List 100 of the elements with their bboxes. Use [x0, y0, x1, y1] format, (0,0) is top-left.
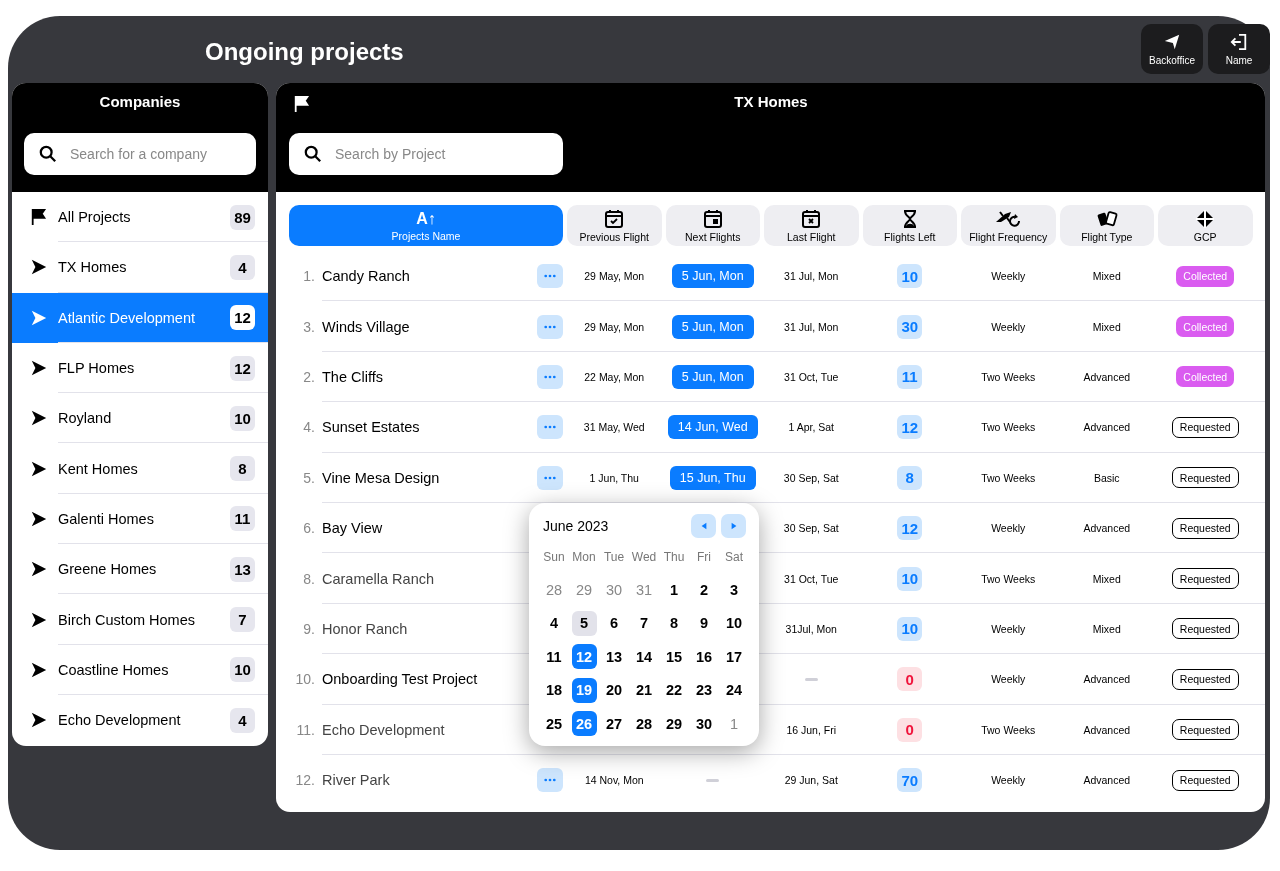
- gcp-status-badge: Requested: [1171, 618, 1239, 640]
- calendar-day[interactable]: 3: [721, 577, 747, 602]
- column-sort-button[interactable]: GCP: [1158, 205, 1253, 246]
- calendar-day[interactable]: 28: [631, 711, 657, 736]
- next-flight-button[interactable]: 5 Jun, Mon: [671, 364, 754, 389]
- calendar-day[interactable]: 29: [661, 711, 687, 736]
- calendar-day[interactable]: 21: [631, 677, 657, 703]
- calendar-day[interactable]: 13: [601, 644, 627, 669]
- frequency-text: Weekly: [991, 622, 1026, 635]
- more-button[interactable]: [537, 415, 563, 440]
- calendar-day[interactable]: 31: [631, 577, 657, 602]
- calendar-day[interactable]: 17: [721, 644, 747, 669]
- company-item[interactable]: Greene Homes 13: [12, 544, 268, 595]
- top-button[interactable]: Name: [1208, 24, 1270, 74]
- calendar-day[interactable]: 1: [661, 577, 687, 602]
- flights-left-badge: 12: [897, 415, 923, 440]
- last-flight-date: 31 Oct, Tue: [784, 572, 839, 585]
- search-field[interactable]: Search for a company: [24, 133, 256, 175]
- more-button[interactable]: [537, 264, 563, 289]
- calendar-day[interactable]: 28: [541, 577, 567, 602]
- calendar-day[interactable]: 24: [721, 677, 747, 703]
- gcp-status-badge: Requested: [1171, 668, 1239, 690]
- row-number: 9.: [302, 620, 316, 637]
- more-button[interactable]: [537, 465, 563, 490]
- more-button[interactable]: [537, 314, 563, 339]
- calendar-day[interactable]: 29: [571, 577, 597, 602]
- more-button[interactable]: [537, 364, 563, 389]
- calendar-day[interactable]: 30: [691, 711, 717, 736]
- calendar-day[interactable]: 23: [691, 677, 717, 703]
- calendar-day[interactable]: 6: [601, 610, 627, 636]
- previous-flight-date: 22 May, Mon: [584, 370, 645, 383]
- company-item[interactable]: Echo Development 4: [12, 694, 268, 746]
- calendar-day[interactable]: 2: [691, 577, 717, 602]
- calendar-day[interactable]: 10: [721, 610, 747, 636]
- arrow-icon: [30, 509, 48, 528]
- weekday-label: Wed: [630, 550, 658, 564]
- calendar-day[interactable]: 26: [571, 711, 597, 736]
- column-sort-button[interactable]: Flight Type: [1059, 205, 1154, 246]
- previous-month-button[interactable]: [691, 514, 716, 538]
- count-badge: 7: [230, 607, 255, 632]
- arrow-icon: [30, 308, 48, 327]
- calendar-day[interactable]: 7: [631, 610, 657, 636]
- next-flight-button[interactable]: 14 Jun, Wed: [667, 415, 758, 440]
- frequency-text: Weekly: [991, 774, 1026, 787]
- next-flight-button[interactable]: 5 Jun, Mon: [671, 314, 754, 339]
- more-icon: [544, 475, 556, 480]
- search-icon: [304, 145, 322, 163]
- company-item[interactable]: Kent Homes 8: [12, 443, 268, 494]
- column-sort-button[interactable]: Flights Left: [862, 205, 957, 246]
- calendar-day[interactable]: 27: [601, 711, 627, 736]
- company-item[interactable]: Coastline Homes 10: [12, 644, 268, 695]
- next-flight-button[interactable]: 15 Jun, Thu: [669, 465, 756, 490]
- company-item[interactable]: Atlantic Development 12: [12, 292, 268, 343]
- gcp-status-badge: Collected: [1176, 316, 1235, 338]
- calendar-day[interactable]: 12: [571, 644, 597, 669]
- calendar-day[interactable]: 18: [541, 677, 567, 703]
- flights-left-badge: 11: [897, 364, 923, 389]
- next-month-button[interactable]: [721, 514, 746, 538]
- flights-left-badge: 30: [897, 314, 923, 339]
- calendar-day[interactable]: 15: [661, 644, 687, 669]
- company-item[interactable]: Birch Custom Homes 7: [12, 594, 268, 645]
- calendar-day[interactable]: 14: [631, 644, 657, 669]
- project-name: River Park: [322, 772, 390, 789]
- company-item[interactable]: All Projects 89: [12, 192, 268, 243]
- column-sort-button[interactable]: A↑ Projects Name: [289, 205, 563, 246]
- project-name: Winds Village: [322, 318, 410, 335]
- frequency-text: Weekly: [991, 673, 1026, 686]
- calendar-day[interactable]: 9: [691, 610, 717, 636]
- next-flight-button[interactable]: 5 Jun, Mon: [671, 264, 754, 289]
- frequency-text: Two Weeks: [981, 572, 1036, 585]
- calendar-day[interactable]: 20: [601, 677, 627, 703]
- column-sort-button[interactable]: Previous Flight: [567, 205, 662, 246]
- search-field[interactable]: Search by Project: [289, 133, 563, 175]
- frequency-text: Two Weeks: [981, 471, 1036, 484]
- calendar-day[interactable]: 4: [541, 610, 567, 636]
- calendar-day[interactable]: 30: [601, 577, 627, 602]
- column-sort-button[interactable]: Flight Frequency: [961, 205, 1056, 246]
- more-button[interactable]: [537, 768, 563, 793]
- calendar-day[interactable]: 25: [541, 711, 567, 736]
- calendar-day[interactable]: 5: [571, 610, 597, 636]
- top-button[interactable]: Backoffice: [1141, 24, 1203, 74]
- calendar-day[interactable]: 16: [691, 644, 717, 669]
- calendar-day[interactable]: 19: [571, 677, 597, 703]
- caret-left-icon: [699, 521, 708, 531]
- calendar-icon: [702, 208, 723, 229]
- company-item[interactable]: TX Homes 4: [12, 242, 268, 293]
- page-title: Ongoing projects: [205, 38, 404, 66]
- gcp-status-badge: Requested: [1171, 568, 1239, 590]
- frequency-text: Weekly: [991, 270, 1026, 283]
- company-item[interactable]: Galenti Homes 11: [12, 493, 268, 545]
- column-sort-button[interactable]: Last Flight: [764, 205, 859, 246]
- calendar-day[interactable]: 8: [661, 610, 687, 636]
- previous-flight-date: 14 Nov, Mon: [584, 774, 644, 787]
- column-sort-button[interactable]: Next Flights: [665, 205, 760, 246]
- calendar-day[interactable]: 1: [721, 711, 747, 736]
- calendar-day[interactable]: 22: [661, 677, 687, 703]
- company-item[interactable]: Royland 10: [12, 393, 268, 444]
- row-number: 2.: [302, 368, 316, 385]
- company-item[interactable]: FLP Homes 12: [12, 342, 268, 394]
- calendar-day[interactable]: 11: [541, 644, 567, 669]
